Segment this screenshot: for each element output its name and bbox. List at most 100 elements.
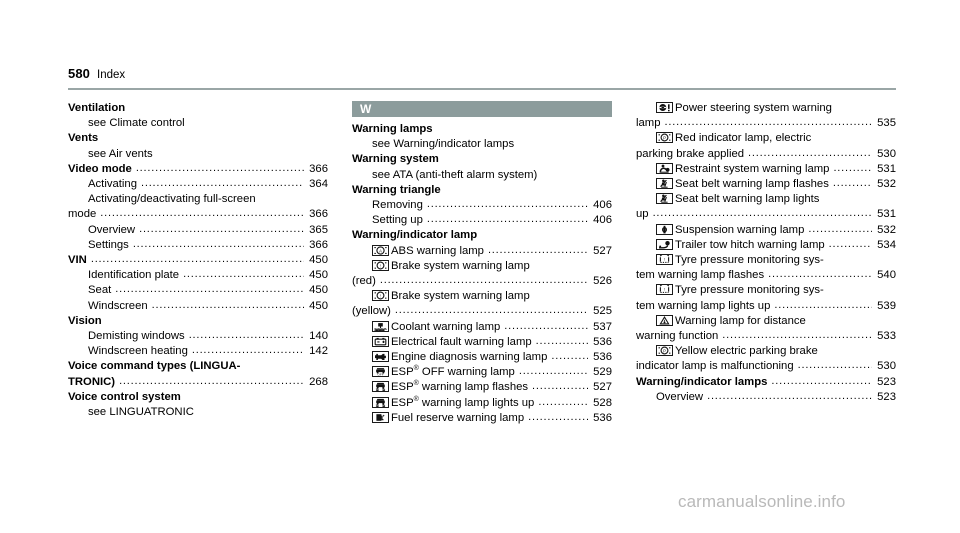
index-entry[interactable]: Suspension warning lamp 532 — [636, 223, 896, 238]
index-entry[interactable]: Settings 366 — [68, 238, 328, 253]
index-entry-page-number: 530 — [877, 147, 896, 160]
index-entry[interactable]: lamp 535 — [636, 116, 896, 131]
index-entry-label: (red) — [352, 275, 376, 288]
index-entry[interactable]: Voice control system — [68, 390, 328, 405]
index-see-reference: see Air vents — [68, 147, 328, 162]
esp-warning-lamp-icon — [372, 396, 389, 408]
index-entry[interactable]: OFF ESP® OFF warning lamp 529 — [352, 365, 612, 380]
index-entry-page-number: 406 — [593, 214, 612, 227]
index-entry-label: Warning lamps — [352, 123, 433, 135]
index-entry[interactable]: VIN 450 — [68, 253, 328, 268]
svg-text:!: ! — [380, 263, 381, 268]
index-entry-label: ESP® warning lamp flashes — [391, 380, 529, 394]
svg-text:!: ! — [664, 288, 665, 293]
index-entry[interactable]: Fuel reserve warning lamp 536 — [352, 411, 612, 426]
index-entry[interactable]: Warning/indicator lamps 523 — [636, 375, 896, 390]
index-entry[interactable]: ESP® warning lamp flashes 527 — [352, 380, 612, 395]
index-entry[interactable]: Setting up 406 — [352, 213, 612, 228]
index-entry[interactable]: warning function 533 — [636, 329, 896, 344]
seat-belt-warning-lamp-icon — [656, 178, 673, 190]
index-entry[interactable]: Trailer tow hitch warning lamp 534 — [636, 238, 896, 253]
index-entry[interactable]: Warning system — [352, 152, 612, 167]
leader-dots — [771, 374, 872, 389]
index-entry[interactable]: ESP® warning lamp lights up 528 — [352, 396, 612, 411]
index-entry[interactable]: indicator lamp is malfunctioning 530 — [636, 359, 896, 374]
index-entry[interactable]: Warning/indicator lamp — [352, 228, 612, 243]
registered-mark: ® — [413, 365, 419, 373]
index-entry[interactable]: Warning lamps — [352, 122, 612, 137]
index-entry-label: Warning system — [352, 153, 439, 166]
index-entry[interactable]: Coolant warning lamp 537 — [352, 320, 612, 335]
column-3: Power steering system warning lamp 535 P Red… — [636, 101, 896, 426]
index-entry-continuation: Power steering system warning — [636, 101, 896, 116]
index-entry[interactable]: (red) 526 — [352, 274, 612, 289]
index-entry-label: Coolant warning lamp — [391, 320, 501, 333]
index-entry[interactable]: TRONIC) 268 — [68, 375, 328, 390]
index-letter-band: W — [352, 101, 612, 117]
index-entry-page-number: 532 — [877, 223, 896, 236]
index-entry[interactable]: Ventilation — [68, 101, 328, 116]
index-entry-label: Warning/indicator lamp — [352, 229, 478, 242]
leader-dots — [427, 197, 588, 212]
index-entry[interactable]: Overview 365 — [68, 223, 328, 238]
index-entry-label: Seat belt warning lamp lights — [675, 193, 820, 206]
leader-dots — [768, 267, 872, 282]
leader-dots — [833, 176, 872, 191]
index-entry[interactable]: Activating 364 — [68, 177, 328, 192]
index-entry-continuation: P Yellow electric parking brake — [636, 344, 896, 359]
index-entry[interactable]: Vents — [68, 131, 328, 146]
leader-dots — [748, 146, 872, 161]
index-entry-continuation: ! Tyre pressure monitoring sys- — [636, 283, 896, 298]
index-entry[interactable]: (yellow) 525 — [352, 304, 612, 319]
index-entry[interactable]: Electrical fault warning lamp 536 — [352, 335, 612, 350]
index-entry-label: Electrical fault warning lamp — [391, 335, 532, 348]
index-entry-label: Tyre pressure monitoring sys- — [675, 284, 824, 297]
index-entry[interactable]: Removing 406 — [352, 198, 612, 213]
svg-text:A: A — [379, 248, 382, 253]
index-entry[interactable]: tem warning lamp lights up 539 — [636, 299, 896, 314]
index-entry-label: lamp — [636, 117, 661, 130]
index-entry[interactable]: Video mode 366 — [68, 162, 328, 177]
index-entry-page-number: 450 — [309, 254, 328, 267]
index-entry-label: Identification plate — [88, 269, 180, 282]
index-entry[interactable]: Engine diagnosis warning lamp 536 — [352, 350, 612, 365]
leader-dots — [183, 267, 304, 282]
index-entry[interactable]: Overview 523 — [636, 390, 896, 405]
index-entry[interactable]: mode 366 — [68, 207, 328, 222]
leader-dots — [829, 237, 872, 252]
index-entry-page-number: 366 — [309, 238, 328, 251]
index-entry[interactable]: A ABS warning lamp 527 — [352, 244, 612, 259]
index-entry-page-number: 540 — [877, 269, 896, 282]
index-entry-label: Warning lamp for distance — [675, 314, 806, 327]
fuel-reserve-warning-lamp-icon — [372, 411, 389, 423]
index-see-reference: see Climate control — [68, 116, 328, 131]
index-entry[interactable]: Windscreen heating 142 — [68, 344, 328, 359]
index-entry[interactable]: Vision — [68, 314, 328, 329]
index-entry-label: up — [636, 208, 649, 221]
leader-dots — [536, 334, 588, 349]
index-entry[interactable]: Demisting windows 140 — [68, 329, 328, 344]
index-entry[interactable]: Identification plate 450 — [68, 268, 328, 283]
index-entry[interactable]: tem warning lamp flashes 540 — [636, 268, 896, 283]
leader-dots — [91, 252, 304, 267]
leader-dots — [833, 161, 872, 176]
index-entry-label: Brake system warning lamp — [391, 259, 530, 272]
registered-mark: ® — [413, 395, 419, 403]
index-entry-continuation: Voice command types (LINGUA- — [68, 359, 328, 374]
index-entry[interactable]: parking brake applied 530 — [636, 147, 896, 162]
index-entry[interactable]: up 531 — [636, 207, 896, 222]
index-entry[interactable]: Warning triangle — [352, 183, 612, 198]
index-entry-label: Settings — [88, 238, 129, 251]
index-entry-label: VIN — [68, 254, 87, 267]
index-entry-label: Removing — [372, 199, 423, 212]
index-entry[interactable]: Restraint system warning lamp 531 — [636, 162, 896, 177]
leader-dots — [504, 319, 588, 334]
index-entry[interactable]: Seat 450 — [68, 283, 328, 298]
page-header: 580 Index — [68, 66, 125, 81]
index-entry[interactable]: Seat belt warning lamp flashes 532 — [636, 177, 896, 192]
index-entry[interactable]: Windscreen 450 — [68, 299, 328, 314]
leader-dots — [722, 328, 872, 343]
index-entry-label: Overview — [656, 390, 704, 403]
leader-dots — [152, 298, 304, 313]
index-entry-label: indicator lamp is malfunctioning — [636, 360, 794, 373]
